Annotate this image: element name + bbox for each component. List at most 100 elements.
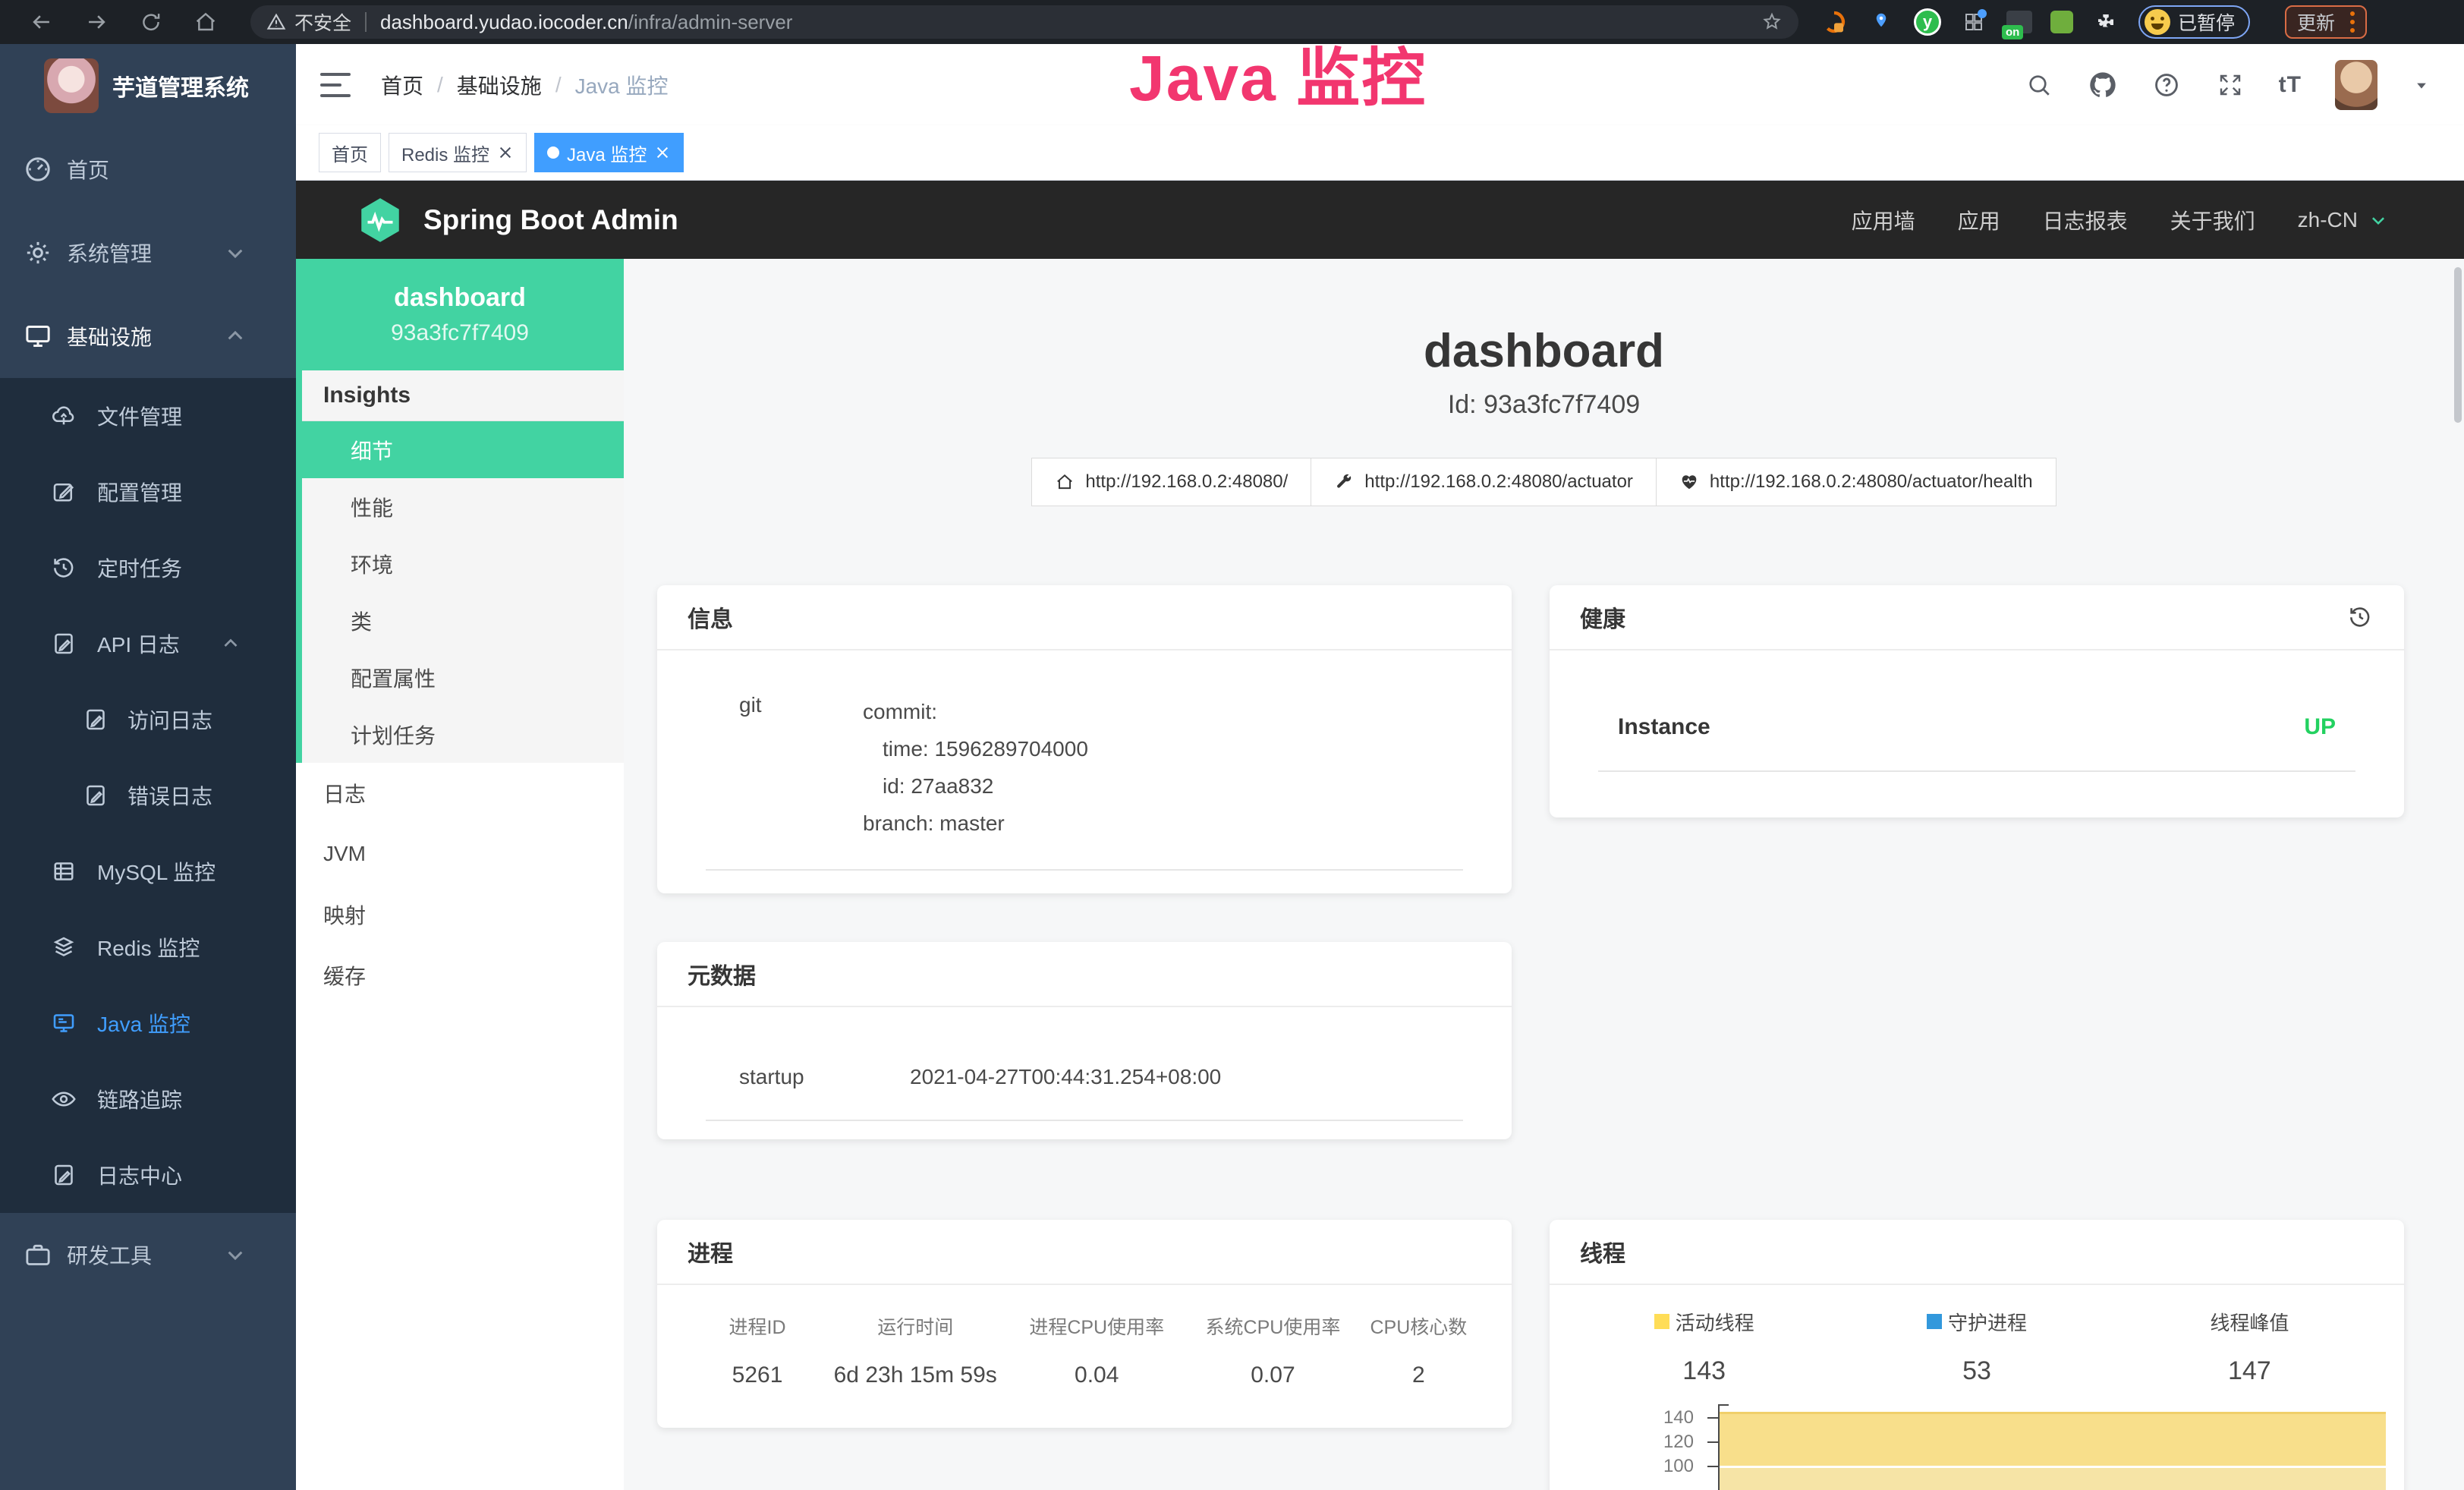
actuator-url-link[interactable]: http://192.168.0.2:48080/actuator [1311,458,1657,506]
sba-item-logs[interactable]: 日志 [296,763,624,824]
user-avatar[interactable] [2335,60,2377,110]
cloud-upload-icon [50,402,77,430]
breadcrumb-infra[interactable]: 基础设施 [457,70,542,100]
sidebar-item-config[interactable]: 配置管理 [0,454,296,530]
instance-id-line: Id: 93a3fc7f7409 [624,386,2464,423]
fullscreen-icon[interactable] [2215,70,2245,100]
back-icon[interactable] [27,8,56,36]
area-series-live-threads [1720,1412,2386,1466]
hamburger-icon[interactable] [320,73,351,97]
sidebar-item-infra[interactable]: 基础设施 [0,295,296,378]
extensions-puzzle-icon[interactable] [2091,8,2120,36]
sidebar-item-api-log[interactable]: API 日志 [0,606,296,682]
sba-locale-select[interactable]: zh-CN [2298,207,2391,233]
extension-grid-icon[interactable] [1959,8,1988,36]
sidebar-item-log-center[interactable]: 日志中心 [0,1137,296,1213]
tag-java-monitor[interactable]: Java 监控 [534,133,684,172]
sba-item-jvm[interactable]: JVM [296,824,624,884]
warning-icon [266,11,287,33]
sba-nav-wallboard[interactable]: 应用墙 [1852,205,1915,235]
monitor-icon [23,321,53,351]
top-header: 首页 / 基础设施 / Java 监控 tT [296,44,2464,125]
peak-threads-value: 147 [2113,1356,2386,1386]
instance-header[interactable]: dashboard 93a3fc7f7409 [296,259,624,370]
card-title: 元数据 [688,957,756,991]
legend-blue-swatch [1927,1314,1942,1329]
sba-item-environment[interactable]: 环境 [302,535,624,592]
sidebar-item-system[interactable]: 系统管理 [0,211,296,295]
sba-item-scheduled-tasks[interactable]: 计划任务 [302,706,624,763]
browser-update-button[interactable]: 更新 [2285,5,2367,39]
forward-icon[interactable] [82,8,111,36]
health-url-link[interactable]: http://192.168.0.2:48080/actuator/health [1657,458,2056,506]
history-icon[interactable] [2346,603,2374,631]
sba-sidebar: dashboard 93a3fc7f7409 Insights 细节 性能 环境… [296,259,624,1490]
sba-item-caches[interactable]: 缓存 [296,945,624,1006]
metadata-row-startup: startup 2021-04-27T00:44:31.254+08:00 [706,1007,1463,1121]
log-icon [50,1161,77,1189]
sidebar-item-tracing[interactable]: 链路追踪 [0,1061,296,1137]
extension-on-icon[interactable]: on [2006,11,2032,33]
emoji-face-icon [2145,9,2170,35]
tag-home[interactable]: 首页 [319,133,381,172]
page-title: dashboard [624,321,2464,382]
sba-main: dashboard Id: 93a3fc7f7409 http://192.16… [624,259,2464,1490]
chevron-down-icon [2365,207,2391,233]
sidebar-item-files[interactable]: 文件管理 [0,378,296,454]
app-title: 芋道管理系统 [112,69,249,102]
tag-redis-monitor[interactable]: Redis 监控 [389,133,527,172]
url-host: dashboard.yudao.iocoder.cn [380,11,628,34]
insights-label: Insights [302,370,624,421]
help-icon[interactable] [2151,70,2182,100]
security-label: 不安全 [294,8,351,36]
edit-icon [50,478,77,506]
sba-item-classes[interactable]: 类 [302,592,624,649]
sidebar-item-access-log[interactable]: 访问日志 [0,682,296,758]
sba-item-config-props[interactable]: 配置属性 [302,649,624,706]
layers-icon [50,934,77,961]
sidebar-item-mysql[interactable]: MySQL 监控 [0,833,296,909]
sba-nav-about[interactable]: 关于我们 [2170,205,2255,235]
sba-nav-journal[interactable]: 日志报表 [2043,205,2128,235]
app-sidebar: 芋道管理系统 首页 系统管理 基础设施 文件管理 配置管理 [0,44,296,1490]
card-title: 进程 [688,1235,733,1268]
extension-pin-icon[interactable] [1867,8,1896,36]
close-icon[interactable] [497,144,514,161]
sidebar-item-redis[interactable]: Redis 监控 [0,909,296,985]
sba-item-metrics[interactable]: 性能 [302,478,624,535]
chevron-down-icon [220,1240,250,1270]
bookmark-star-icon[interactable] [1761,11,1783,33]
sba-item-details[interactable]: 细节 [296,421,624,478]
extension-orange-icon[interactable] [1820,8,1849,36]
kebab-menu-icon[interactable] [2350,11,2355,33]
sidebar-item-dev-tools[interactable]: 研发工具 [0,1213,296,1296]
sidebar-item-home[interactable]: 首页 [0,128,296,211]
tags-view: 首页 Redis 监控 Java 监控 [296,125,2464,181]
process-table: 进程ID 运行时间 进程CPU使用率 系统CPU使用率 CPU核心数 5261 … [657,1285,1512,1425]
app-logo-row[interactable]: 芋道管理系统 [0,44,296,128]
reload-icon[interactable] [137,8,165,36]
threads-legend: 活动线程 守护进程 线程峰值 [1568,1303,2386,1340]
gauge-icon [23,154,53,184]
sidebar-item-cron[interactable]: 定时任务 [0,530,296,606]
card-title: 线程 [1580,1235,1625,1268]
extension-green-icon[interactable] [2050,11,2073,33]
caret-down-icon[interactable] [2411,74,2432,96]
sba-nav-applications[interactable]: 应用 [1958,205,2000,235]
screen: 不安全 dashboard.yudao.iocoder.cn /infra/ad… [0,0,2464,1490]
github-icon[interactable] [2088,70,2118,100]
font-size-icon[interactable]: tT [2279,72,2302,98]
scrollbar-thumb[interactable] [2454,267,2462,423]
url-path: /infra/admin-server [628,11,793,34]
browser-home-icon[interactable] [191,8,220,36]
profile-paused-badge[interactable]: 已暂停 [2138,5,2250,39]
service-url-link[interactable]: http://192.168.0.2:48080/ [1031,458,1311,506]
breadcrumb-home[interactable]: 首页 [381,70,423,100]
sidebar-item-error-log[interactable]: 错误日志 [0,758,296,833]
extension-y-icon[interactable]: y [1914,8,1941,36]
search-icon[interactable] [2024,70,2054,100]
close-icon[interactable] [654,144,671,161]
sidebar-item-java-monitor[interactable]: Java 监控 [0,985,296,1061]
address-bar[interactable]: 不安全 dashboard.yudao.iocoder.cn /infra/ad… [250,5,1798,39]
sba-item-mappings[interactable]: 映射 [296,884,624,945]
